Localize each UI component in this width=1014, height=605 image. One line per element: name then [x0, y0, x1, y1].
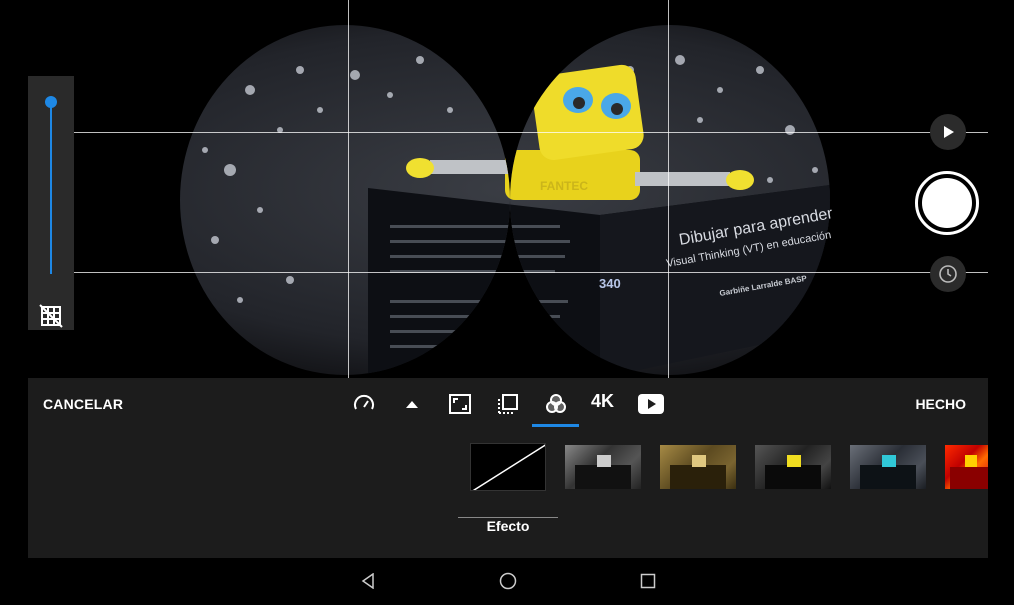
active-tab-indicator [532, 424, 579, 427]
zoom-slider-track[interactable] [50, 102, 52, 274]
system-nav-bar [0, 558, 1014, 605]
filter-thumb-sepia[interactable] [660, 445, 736, 489]
expand-arrow-icon[interactable] [399, 391, 425, 417]
resolution-4k-button[interactable]: 4K [591, 391, 614, 412]
filter-thumb-cyan[interactable] [850, 445, 926, 489]
selected-filter-label: Efecto [486, 518, 530, 534]
speed-icon[interactable] [351, 391, 377, 417]
grid-line-h1 [74, 132, 988, 133]
preview-play-button[interactable] [930, 114, 966, 150]
filter-thumb-vivid[interactable] [755, 445, 831, 489]
zoom-slider-knob[interactable] [45, 96, 57, 108]
robot-label: FANTEC [540, 179, 588, 193]
camera-viewfinder[interactable]: Dibujar para aprender Visual Thinking (V… [0, 0, 1014, 378]
timer-button[interactable] [930, 256, 966, 292]
shutter-icon [922, 178, 972, 228]
page-number: 340 [599, 276, 621, 291]
cancel-button[interactable]: CANCELAR [43, 396, 123, 412]
back-icon[interactable] [353, 566, 383, 596]
grid-line-v2 [668, 0, 669, 378]
binocular-scene: Dibujar para aprender Visual Thinking (V… [180, 25, 835, 375]
filter-thumb-heat[interactable] [945, 445, 988, 489]
filter-thumb-grayscale[interactable] [565, 445, 641, 489]
home-icon[interactable] [493, 566, 523, 596]
play-icon [944, 126, 954, 138]
shutter-button[interactable] [915, 171, 979, 235]
edit-panel: CANCELAR HECHO 4K Efecto [28, 378, 988, 558]
recents-icon[interactable] [633, 566, 663, 596]
aspect-ratio-icon[interactable] [447, 391, 473, 417]
timer-icon [939, 265, 957, 283]
zoom-panel [28, 76, 74, 330]
grid-line-v1 [348, 0, 349, 378]
youtube-icon[interactable] [638, 391, 664, 417]
done-button[interactable]: HECHO [915, 396, 966, 412]
filter-thumb-none[interactable] [470, 443, 546, 491]
timelapse-icon[interactable] [495, 391, 521, 417]
grid-off-icon[interactable] [39, 304, 63, 328]
grid-line-h2 [74, 272, 988, 273]
effects-icon[interactable] [543, 391, 569, 417]
